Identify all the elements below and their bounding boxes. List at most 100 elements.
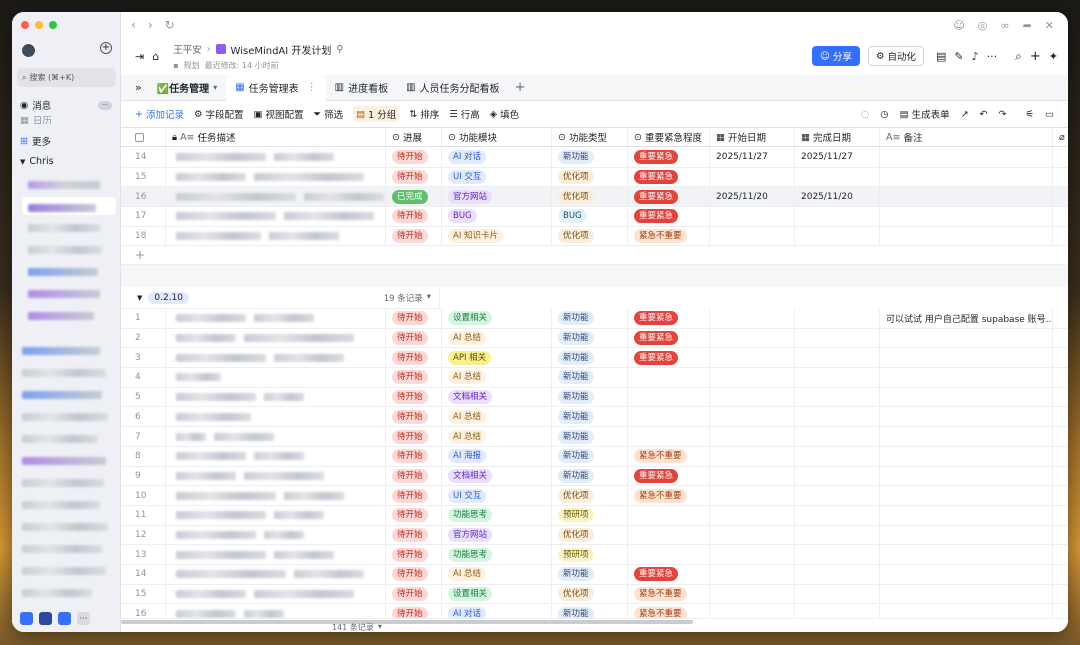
- type-cell[interactable]: 新功能: [552, 407, 628, 427]
- row-number[interactable]: 16: [121, 187, 166, 207]
- tab-menu-icon[interactable]: ⋮: [307, 82, 317, 93]
- table-row[interactable]: 7 待开始 AI 总结 新功能: [121, 427, 1068, 447]
- breadcrumb-user[interactable]: 王平安: [173, 42, 202, 56]
- start-date-cell[interactable]: [710, 525, 795, 545]
- filter-button[interactable]: ⏷ 筛选: [314, 107, 344, 122]
- plugin-icon[interactable]: ✎: [954, 50, 963, 63]
- type-cell[interactable]: 新功能: [552, 466, 628, 486]
- close-window-button[interactable]: [21, 21, 29, 29]
- add-icon[interactable]: +: [1030, 49, 1041, 64]
- add-view-icon[interactable]: +: [515, 80, 526, 95]
- type-cell[interactable]: 新功能: [552, 309, 628, 328]
- end-date-cell[interactable]: [795, 167, 880, 187]
- table-row[interactable]: 15 待开始 设置相关 优化项 紧急不重要: [121, 584, 1068, 605]
- page-title[interactable]: WiseMindAI 开发计划: [231, 42, 332, 57]
- priority-cell[interactable]: 重要紧急: [628, 328, 710, 348]
- note-cell[interactable]: [880, 387, 1053, 407]
- table-row[interactable]: 14 待开始 AI 总结 新功能 重要紧急: [121, 565, 1068, 585]
- start-date-cell[interactable]: [710, 387, 795, 407]
- end-date-cell[interactable]: [795, 309, 880, 328]
- sidebar-group-chris[interactable]: ▼ Chris: [20, 156, 54, 167]
- table-row[interactable]: 11 待开始 功能思考 预研项: [121, 506, 1068, 526]
- avatar[interactable]: [21, 43, 36, 58]
- priority-cell[interactable]: 紧急不重要: [628, 446, 710, 466]
- sidebar-toggle-icon[interactable]: ⇥: [135, 50, 144, 63]
- module-cell[interactable]: AI 总结: [442, 328, 552, 348]
- module-cell[interactable]: BUG: [442, 207, 552, 226]
- link-icon[interactable]: ∞: [1000, 19, 1009, 32]
- priority-cell[interactable]: [628, 407, 710, 427]
- table-row[interactable]: 18 待开始 AI 知识卡片 优化项 紧急不重要: [121, 226, 1068, 247]
- tab-task-management[interactable]: ✅任务管理 ▾: [148, 75, 226, 101]
- task-description-cell[interactable]: [166, 466, 386, 486]
- status-cell[interactable]: 待开始: [386, 545, 442, 565]
- attachment-cell[interactable]: [1053, 227, 1068, 246]
- row-number[interactable]: 10: [121, 486, 166, 505]
- module-cell[interactable]: AI 总结: [442, 427, 552, 446]
- history-icon[interactable]: ◷: [880, 109, 888, 120]
- app-icon[interactable]: [58, 612, 71, 625]
- status-cell[interactable]: 待开始: [386, 525, 442, 545]
- type-cell[interactable]: 优化项: [552, 584, 628, 604]
- attachment-cell[interactable]: [1053, 585, 1068, 604]
- end-date-cell[interactable]: [795, 446, 880, 466]
- row-number[interactable]: 9: [121, 466, 166, 486]
- view-config-button[interactable]: ▣ 视图配置: [254, 107, 304, 122]
- end-date-cell[interactable]: [795, 207, 880, 226]
- start-date-cell[interactable]: [710, 167, 795, 187]
- priority-cell[interactable]: 重要紧急: [628, 148, 710, 167]
- note-cell[interactable]: [880, 328, 1053, 348]
- home-icon[interactable]: ⌂: [152, 50, 159, 63]
- task-description-cell[interactable]: [166, 525, 386, 545]
- attachment-cell[interactable]: [1053, 388, 1068, 407]
- note-cell[interactable]: 可以试试 用户自己配置 supabase 账号...: [880, 309, 1053, 328]
- table-row[interactable]: 5 待开始 文档相关 新功能: [121, 387, 1068, 408]
- row-number[interactable]: 17: [121, 207, 166, 226]
- add-record-button[interactable]: + 添加记录: [135, 107, 184, 122]
- module-cell[interactable]: AI 对话: [442, 604, 552, 618]
- table-row[interactable]: 2 待开始 AI 总结 新功能 重要紧急: [121, 328, 1068, 349]
- attachment-cell[interactable]: [1053, 207, 1068, 226]
- end-date-cell[interactable]: [795, 348, 880, 368]
- priority-cell[interactable]: 紧急不重要: [628, 604, 710, 618]
- type-cell[interactable]: 新功能: [552, 604, 628, 618]
- attachment-cell[interactable]: [1053, 467, 1068, 486]
- start-date-cell[interactable]: 2025/11/27: [710, 148, 795, 167]
- task-description-cell[interactable]: [166, 187, 386, 207]
- total-count[interactable]: 141 条记录 ▾: [332, 622, 382, 632]
- type-cell[interactable]: 优化项: [552, 187, 628, 207]
- row-height-button[interactable]: ☰ 行高: [449, 107, 480, 122]
- task-description-cell[interactable]: [166, 446, 386, 466]
- ai-assistant-icon[interactable]: ◌: [861, 109, 869, 120]
- note-cell[interactable]: [880, 368, 1053, 387]
- note-cell[interactable]: [880, 466, 1053, 486]
- module-cell[interactable]: 功能思考: [442, 506, 552, 525]
- select-all-checkbox[interactable]: [121, 128, 166, 146]
- priority-cell[interactable]: 重要紧急: [628, 348, 710, 368]
- table-row[interactable]: 14 待开始 AI 对话 新功能 重要紧急 2025/11/27 2025/11/27: [121, 148, 1068, 168]
- note-cell[interactable]: [880, 348, 1053, 368]
- fill-color-button[interactable]: ◈ 填色: [490, 107, 519, 122]
- priority-cell[interactable]: 紧急不重要: [628, 486, 710, 505]
- column-header-start-date[interactable]: ▦ 开始日期: [710, 128, 795, 146]
- group-header[interactable]: ▼ 0.2.10 19 条记录 ▾: [121, 287, 440, 309]
- attachment-cell[interactable]: [1053, 427, 1068, 446]
- module-cell[interactable]: UI 交互: [442, 486, 552, 505]
- table-row[interactable]: 8 待开始 AI 海报 新功能 紧急不重要: [121, 446, 1068, 467]
- task-description-cell[interactable]: [166, 387, 386, 407]
- zoom-window-button[interactable]: [49, 21, 57, 29]
- ai-spark-icon[interactable]: ✦: [1049, 50, 1058, 63]
- type-cell[interactable]: 优化项: [552, 486, 628, 505]
- priority-cell[interactable]: 重要紧急: [628, 187, 710, 207]
- row-number[interactable]: 2: [121, 328, 166, 348]
- module-cell[interactable]: AI 总结: [442, 368, 552, 387]
- note-cell[interactable]: [880, 604, 1053, 618]
- task-description-cell[interactable]: [166, 309, 386, 328]
- settings-icon[interactable]: ⚟: [1025, 109, 1034, 120]
- row-number[interactable]: 8: [121, 446, 166, 466]
- book-icon[interactable]: [39, 612, 52, 625]
- start-date-cell[interactable]: [710, 565, 795, 584]
- start-date-cell[interactable]: [710, 584, 795, 604]
- note-cell[interactable]: [880, 506, 1053, 525]
- module-cell[interactable]: 设置相关: [442, 584, 552, 604]
